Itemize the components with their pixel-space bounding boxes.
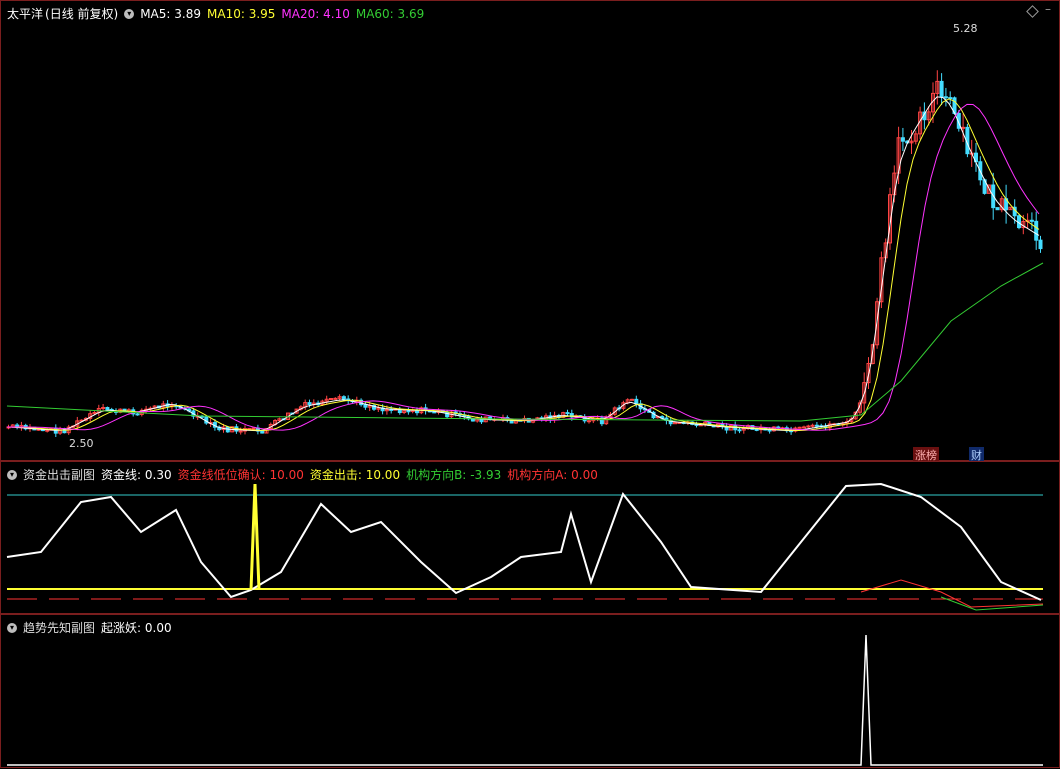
fund-indicator-pane[interactable]: ▾ 资金出击副图 资金线: 0.30 资金线低位确认: 10.00 资金出击: … <box>0 461 1060 614</box>
surge-signal-line <box>7 634 1043 766</box>
candle-body <box>943 96 948 99</box>
inst-dir-a-line <box>860 579 1044 608</box>
candle-body <box>814 424 819 427</box>
price-legend: 太平洋 (日线 前复权) ▾ MA5: 3.89 MA10: 3.95 MA20… <box>7 5 424 22</box>
candle-body <box>802 426 806 429</box>
candle-body <box>135 413 140 416</box>
ma60-label: MA60: 3.69 <box>355 6 425 21</box>
candle-body <box>45 429 50 432</box>
candle-body <box>406 410 411 413</box>
fund-legend: ▾ 资金出击副图 资金线: 0.30 资金线低位确认: 10.00 资金出击: … <box>7 466 598 483</box>
ma60-line <box>6 262 1044 422</box>
candle-body <box>754 428 759 431</box>
candle-body <box>1038 239 1043 250</box>
candle-body <box>1029 219 1034 222</box>
price-chart-pane[interactable]: 太平洋 (日线 前复权) ▾ MA5: 3.89 MA10: 3.95 MA20… <box>0 0 1060 463</box>
candle-body <box>767 429 772 432</box>
stock-name: 太平洋 <box>7 7 44 21</box>
candle-body <box>329 398 333 401</box>
fund-strike-spike <box>249 483 261 591</box>
ma20-label: MA20: 4.10 <box>281 6 350 21</box>
trend-indicator-chart[interactable] <box>1 615 1060 769</box>
candle-body <box>260 430 265 434</box>
fund-line-label: 资金线: 0.30 <box>101 468 172 482</box>
candle-body <box>307 402 312 405</box>
high-price-marker: 5.28 <box>953 22 978 35</box>
candle-body <box>797 426 802 429</box>
ma5-line <box>6 96 1040 432</box>
candle-body <box>238 430 243 433</box>
low-price-marker: 2.50 <box>69 437 94 450</box>
candle-body <box>105 407 110 410</box>
low-confirm-label: 资金线低位确认: 10.00 <box>177 468 304 482</box>
candle-body <box>630 398 634 401</box>
trend-indicator-pane[interactable]: ▾ 趋势先知副图 起涨妖: 0.00 <box>0 614 1060 768</box>
ma10-label: MA10: 3.95 <box>207 6 276 21</box>
candle-body <box>1034 220 1039 241</box>
candle-body <box>445 411 450 418</box>
surge-label: 起涨妖: 0.00 <box>101 621 172 635</box>
trend-legend: ▾ 趋势先知副图 起涨妖: 0.00 <box>7 619 172 636</box>
candle-body <box>432 411 437 414</box>
candle-body <box>634 398 639 405</box>
candlestick-chart[interactable] <box>1 1 1060 462</box>
collapse-icon[interactable]: ▾ <box>7 622 17 633</box>
fund-strike-label: 资金出击: 10.00 <box>309 468 401 482</box>
candle-body <box>587 420 591 423</box>
fund-line <box>6 482 1042 601</box>
candle-body <box>251 427 256 430</box>
candle-body <box>333 397 338 400</box>
indicator-title: 资金出击副图 <box>23 468 96 482</box>
indicator-title: 趋势先知副图 <box>23 621 96 635</box>
candle-body <box>995 207 1000 211</box>
candle-body <box>341 396 346 400</box>
candle-body <box>961 126 966 129</box>
candle-body <box>806 425 811 428</box>
collapse-icon[interactable]: ▾ <box>7 469 17 480</box>
inst-dir-a-label: 机构方向A: 0.00 <box>507 468 598 482</box>
ma5-label: MA5: 3.89 <box>140 6 201 21</box>
candle-body <box>737 429 742 432</box>
candle-body <box>565 412 570 415</box>
inst-dir-b-label: 机构方向B: -3.93 <box>406 468 502 482</box>
fund-indicator-chart[interactable] <box>1 462 1060 615</box>
collapse-icon[interactable]: ▾ <box>124 8 135 19</box>
candle-body <box>363 404 368 408</box>
period-label: (日线 前复权) <box>45 7 119 21</box>
candle-body <box>810 424 815 427</box>
candle-body <box>939 80 944 98</box>
minimize-icon[interactable]: – <box>1045 2 1051 16</box>
candle-body <box>900 137 905 142</box>
